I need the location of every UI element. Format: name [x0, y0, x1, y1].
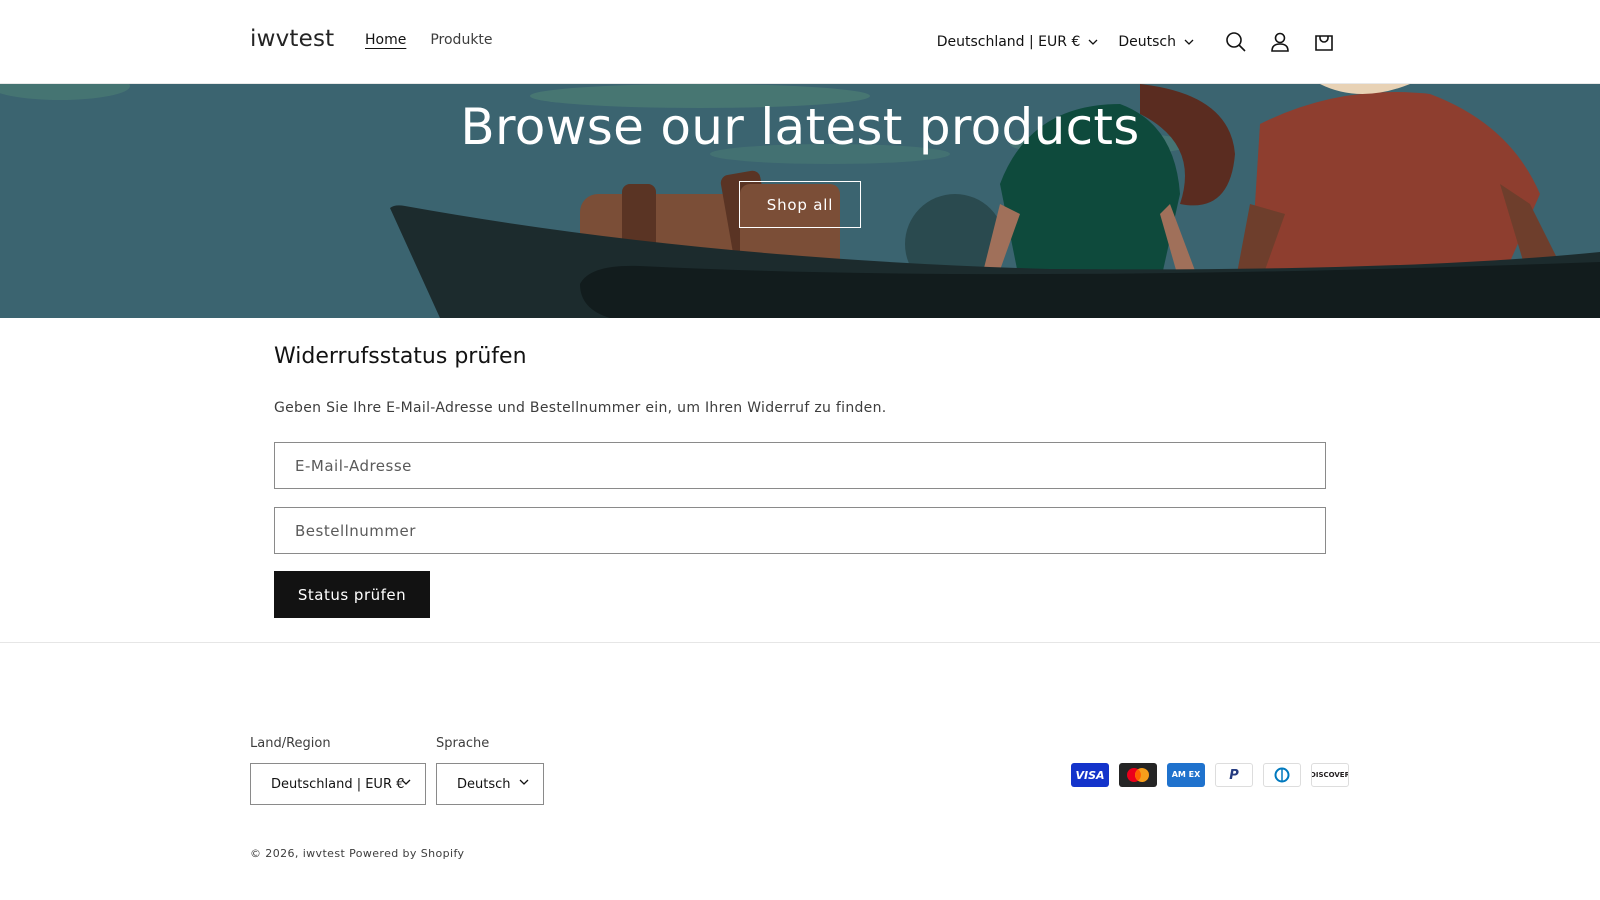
shop-all-button[interactable]: Shop all: [739, 181, 861, 228]
powered-by-shopify-link[interactable]: Powered by Shopify: [345, 847, 464, 860]
order-number-field[interactable]: Bestellnummer: [274, 507, 1326, 554]
copyright: © 2026, iwvtest Powered by Shopify: [250, 847, 464, 860]
email-field-placeholder: E-Mail-Adresse: [295, 456, 412, 475]
form-description: Geben Sie Ihre E-Mail-Adresse und Bestel…: [274, 400, 887, 416]
nav-item-home[interactable]: Home: [365, 32, 406, 48]
footer-divider: [0, 642, 1600, 643]
chevron-down-icon: [519, 779, 529, 785]
cart-icon[interactable]: [1302, 20, 1346, 64]
paypal-icon-label: P: [1229, 767, 1239, 783]
chevron-down-icon: [401, 779, 411, 785]
main-nav: Home Produkte: [365, 32, 493, 48]
nav-item-produkte[interactable]: Produkte: [430, 32, 492, 48]
check-status-button[interactable]: Status prüfen: [274, 571, 430, 618]
footer-language-value: Deutsch: [457, 776, 511, 792]
country-region-label: Land/Region: [250, 736, 331, 751]
email-field[interactable]: E-Mail-Adresse: [274, 442, 1326, 489]
hero-banner: Browse our latest products Shop all: [0, 84, 1600, 318]
country-selector[interactable]: Deutschland | EUR €: [937, 34, 1099, 50]
language-selector-label: Deutsch: [1118, 34, 1176, 50]
footer-country-selector[interactable]: Deutschland | EUR €: [250, 763, 426, 805]
copyright-store-link[interactable]: iwvtest: [303, 847, 346, 860]
page-title: Widerrufsstatus prüfen: [274, 344, 527, 369]
visa-icon-label: VISA: [1075, 768, 1105, 782]
footer-country-value: Deutschland | EUR €: [271, 776, 405, 792]
account-icon[interactable]: [1258, 20, 1302, 64]
discover-icon-label: DISCOVER: [1311, 771, 1349, 779]
chevron-down-icon: [1184, 39, 1194, 45]
visa-icon: VISA: [1071, 763, 1109, 787]
site-header: iwvtest Home Produkte Deutschland | EUR …: [0, 0, 1600, 84]
copyright-prefix: © 2026,: [250, 847, 303, 860]
amex-icon-label: AM EX: [1171, 770, 1201, 779]
language-selector[interactable]: Deutsch: [1118, 34, 1194, 50]
amex-icon: AM EX: [1167, 763, 1205, 787]
language-label: Sprache: [436, 736, 490, 751]
hero-title: Browse our latest products: [460, 98, 1140, 156]
header-actions: Deutschland | EUR € Deutsch: [937, 0, 1346, 84]
store-logo[interactable]: iwvtest: [250, 26, 334, 52]
country-selector-label: Deutschland | EUR €: [936, 34, 1081, 50]
payment-methods: VISA AM EX P DISCOVER: [1071, 763, 1349, 787]
order-number-placeholder: Bestellnummer: [295, 521, 416, 540]
mastercard-icon: [1119, 763, 1157, 787]
discover-icon: DISCOVER: [1311, 763, 1349, 787]
footer-language-selector[interactable]: Deutsch: [436, 763, 544, 805]
paypal-icon: P: [1215, 763, 1253, 787]
chevron-down-icon: [1088, 39, 1098, 45]
search-icon[interactable]: [1214, 20, 1258, 64]
diners-club-icon: [1263, 763, 1301, 787]
